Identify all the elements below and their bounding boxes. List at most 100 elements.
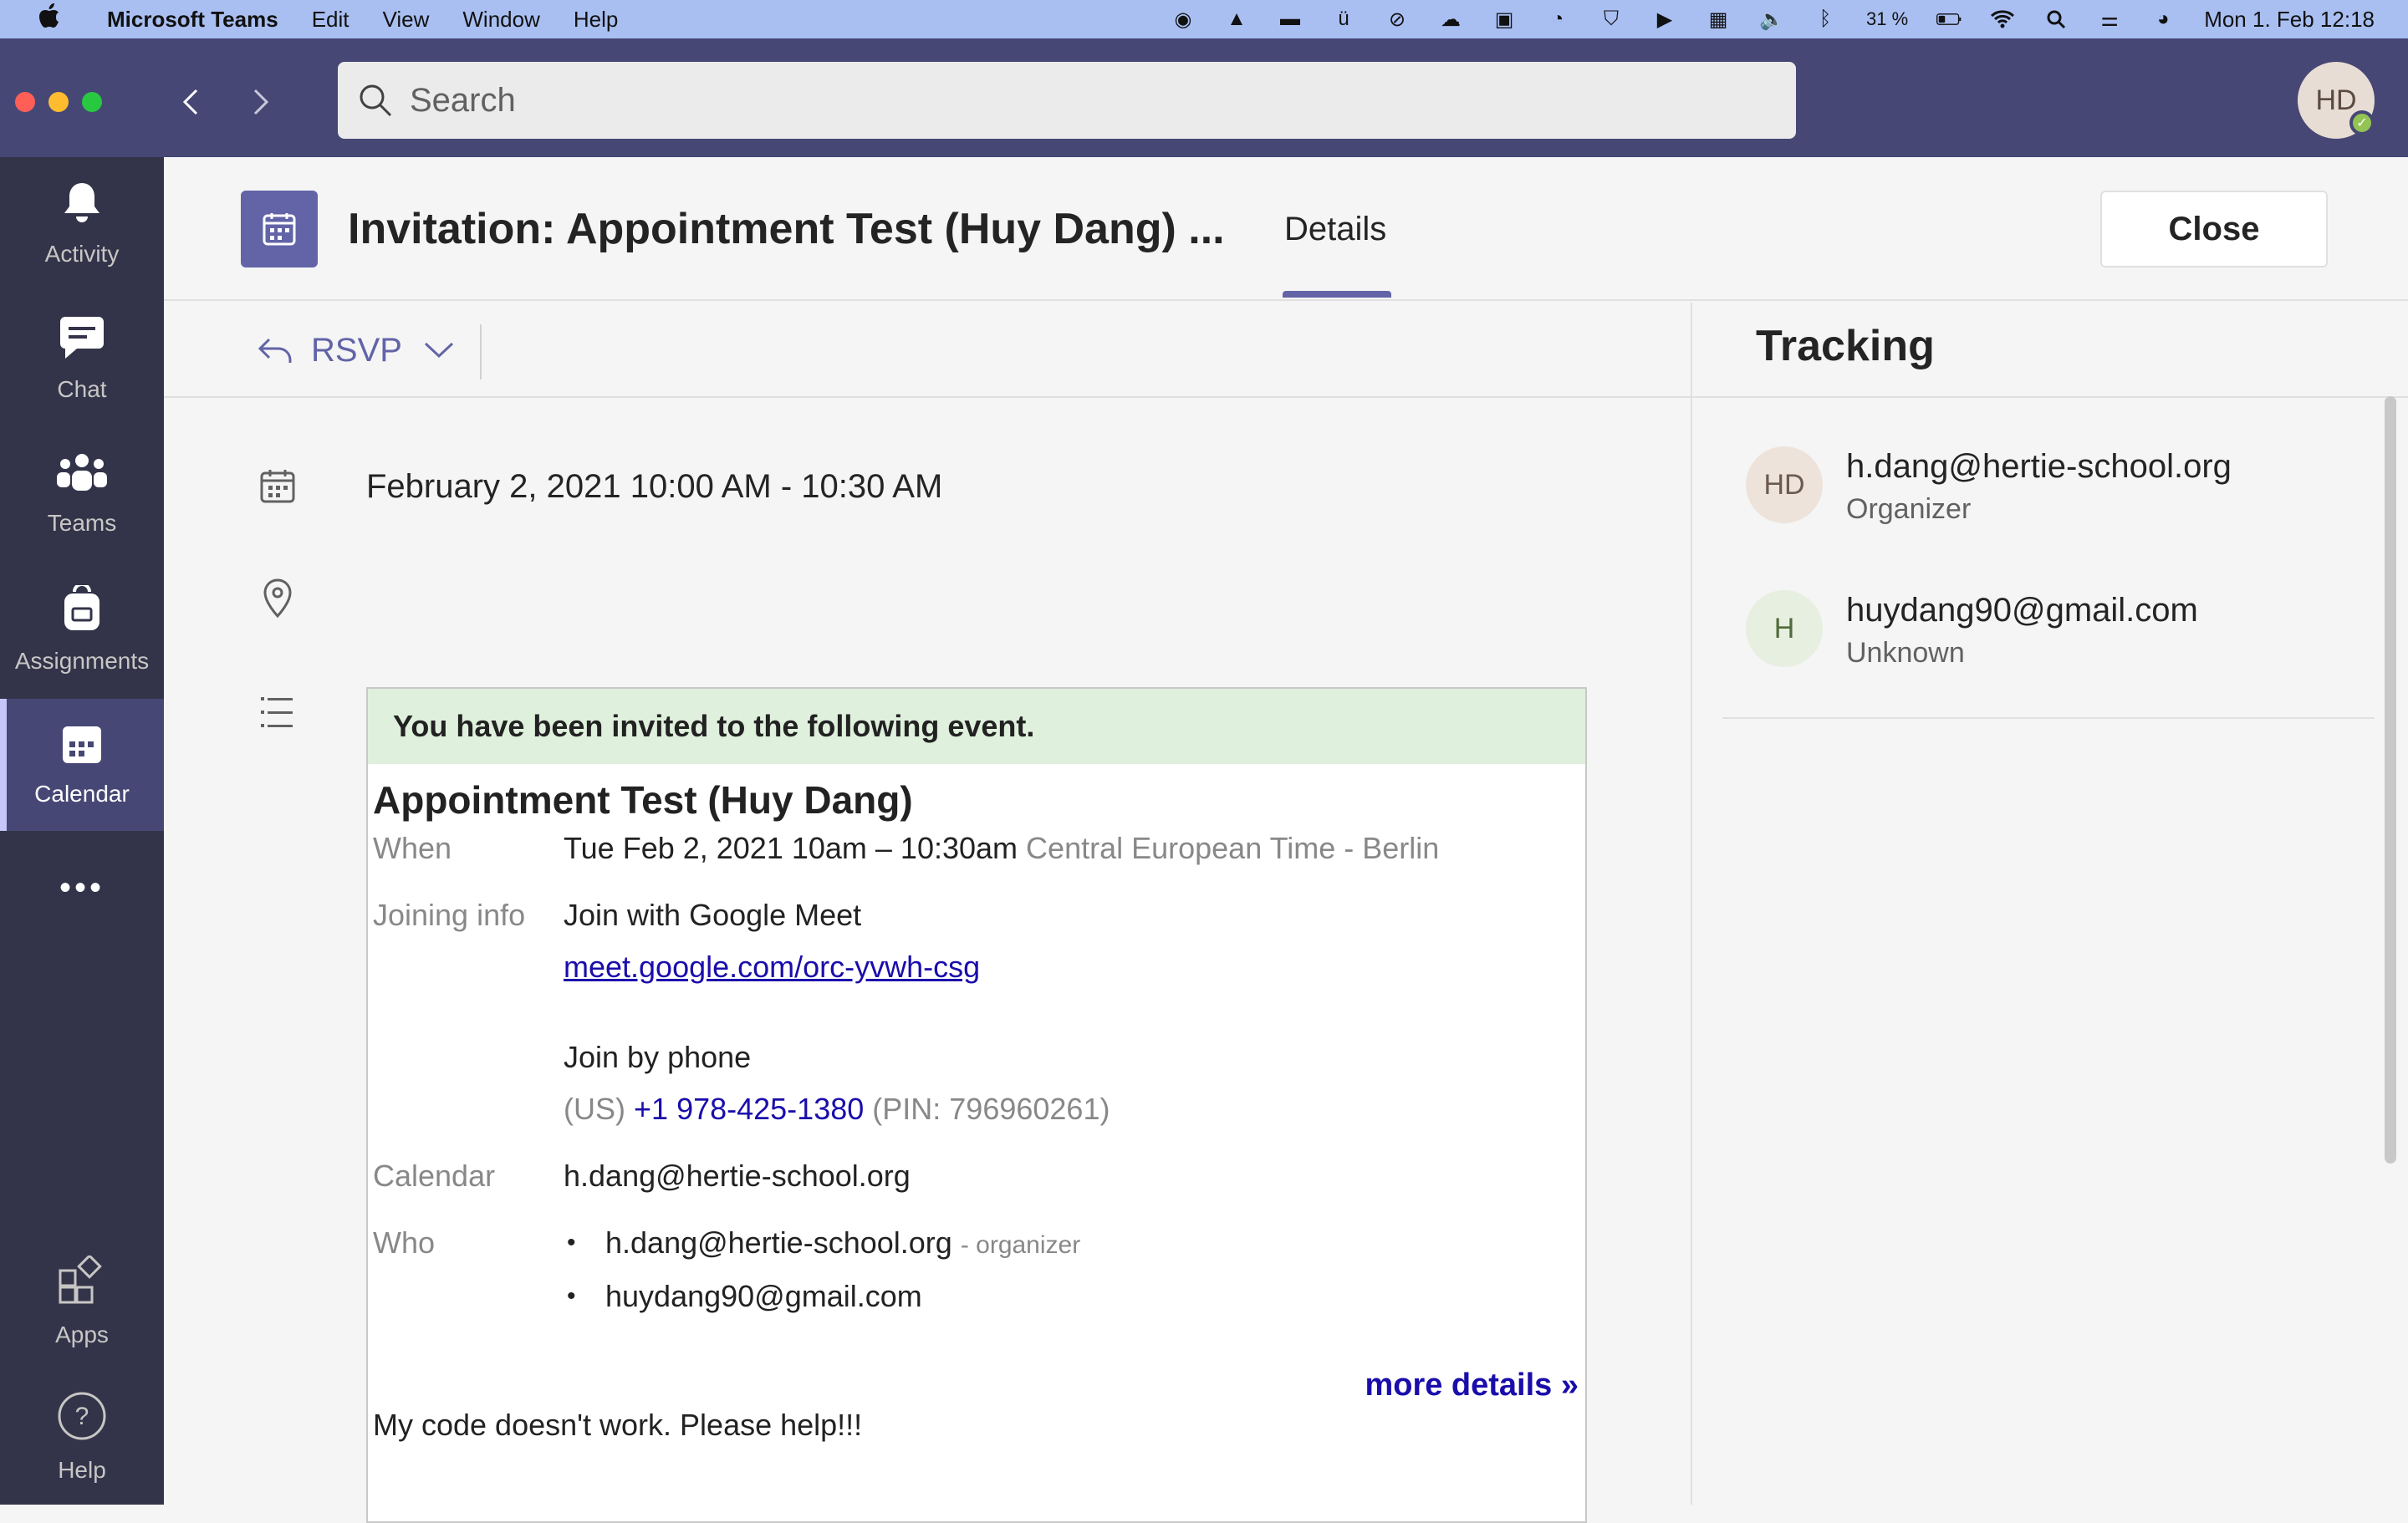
- attendee-avatar: H: [1746, 590, 1823, 667]
- event-header: Invitation: Appointment Test (Huy Dang) …: [164, 157, 2408, 301]
- rsvp-button[interactable]: RSVP: [258, 319, 454, 381]
- help-icon: ?: [57, 1391, 107, 1447]
- tracking-title: Tracking: [1756, 322, 1935, 370]
- location-icon: [258, 578, 298, 619]
- menubar-clock[interactable]: Mon 1. Feb 12:18: [2204, 7, 2375, 33]
- tracking-scrollbar[interactable]: [2385, 396, 2396, 1164]
- rail-assignments[interactable]: Assignments: [0, 563, 164, 695]
- more-details-link[interactable]: more details »: [1365, 1368, 1579, 1403]
- attendee-email: h.dang@hertie-school.org: [1846, 448, 2232, 485]
- control-center-icon[interactable]: ⚌: [2097, 7, 2122, 32]
- rail-label: Teams: [47, 509, 117, 536]
- calendar-icon: [258, 466, 298, 507]
- menu-app-name[interactable]: Microsoft Teams: [107, 7, 278, 33]
- status-app-icon[interactable]: ◉: [1171, 7, 1196, 32]
- rail-more[interactable]: •••: [0, 834, 164, 941]
- page-title: Invitation: Appointment Test (Huy Dang) …: [348, 205, 1225, 253]
- mac-menubar: Microsoft Teams Edit View Window Help ◉ …: [0, 0, 2408, 38]
- window-minimize-button[interactable]: [48, 92, 69, 112]
- attendee-row[interactable]: HD h.dang@hertie-school.org Organizer: [1746, 446, 2368, 563]
- rail-activity[interactable]: Activity: [0, 157, 164, 289]
- tracking-divider: [1692, 396, 2408, 398]
- battery-icon[interactable]: [1936, 7, 1962, 32]
- vlc-cone-icon[interactable]: ▲: [1224, 7, 1249, 32]
- when-value: Tue Feb 2, 2021 10am – 10:30am Central E…: [564, 831, 1439, 866]
- user-initials: HD: [2315, 84, 2357, 116]
- rail-label: Activity: [44, 240, 120, 267]
- phone-number-link[interactable]: +1 978-425-1380: [634, 1092, 864, 1126]
- attendee-role: Organizer: [1846, 493, 1972, 525]
- rail-label: Assignments: [14, 647, 150, 674]
- search-input[interactable]: Search: [338, 62, 1796, 139]
- toolbar-divider: [480, 324, 482, 379]
- calendar-icon: [61, 723, 103, 771]
- gauge-icon[interactable]: ◔: [1545, 7, 1570, 32]
- wifi-icon[interactable]: [1990, 7, 2015, 32]
- menu-help[interactable]: Help: [574, 7, 618, 33]
- window-close-button[interactable]: [15, 92, 35, 112]
- svg-text:?: ?: [75, 1403, 89, 1430]
- flag-icon[interactable]: ▦: [1706, 7, 1731, 32]
- who-email: h.dang@hertie-school.org: [605, 1225, 952, 1260]
- shield-icon[interactable]: ⛉: [1599, 7, 1624, 32]
- cloud-icon[interactable]: ☁: [1438, 7, 1463, 32]
- joining-label: Joining info: [373, 898, 526, 932]
- clapper-icon[interactable]: ▬: [1278, 7, 1303, 32]
- calendar-label: Calendar: [373, 1159, 496, 1193]
- status-circle-icon[interactable]: ⊘: [1385, 7, 1410, 32]
- phone-line: (US) +1 978-425-1380 (PIN: 796960261): [564, 1092, 1110, 1127]
- rail-chat[interactable]: Chat: [0, 293, 164, 425]
- who-note: - organizer: [960, 1231, 1081, 1259]
- status-box-icon[interactable]: ▣: [1492, 7, 1517, 32]
- description-list-icon: [258, 692, 298, 732]
- rail-label: Help: [58, 1456, 106, 1483]
- app-rail: Activity Chat Teams Assignments Calendar…: [0, 157, 164, 1505]
- phone-pin: (PIN: 796960261): [872, 1092, 1110, 1126]
- rail-teams[interactable]: Teams: [0, 428, 164, 560]
- close-button[interactable]: Close: [2100, 191, 2328, 267]
- spotlight-icon[interactable]: [2043, 7, 2069, 32]
- apple-logo-icon[interactable]: [37, 3, 62, 35]
- more-icon: •••: [59, 868, 105, 906]
- status-u-icon[interactable]: ü: [1331, 7, 1356, 32]
- battery-percent: 31 %: [1866, 8, 1909, 29]
- calendar-value: h.dang@hertie-school.org: [564, 1159, 911, 1193]
- volume-icon[interactable]: 🔈: [1759, 7, 1784, 32]
- join-phone-text: Join by phone: [564, 1040, 752, 1074]
- rail-calendar[interactable]: Calendar: [0, 699, 164, 831]
- rsvp-label: RSVP: [311, 331, 402, 369]
- bullet-icon: •: [567, 1229, 576, 1256]
- menu-window[interactable]: Window: [462, 7, 539, 33]
- attendee-email: huydang90@gmail.com: [1846, 592, 2198, 629]
- teams-icon: [57, 452, 107, 500]
- pane-divider: [1691, 303, 1692, 1505]
- bluetooth-icon[interactable]: ᛒ: [1813, 7, 1838, 32]
- who-item: huydang90@gmail.com: [605, 1279, 922, 1314]
- back-button[interactable]: [171, 77, 212, 127]
- bell-icon: [61, 180, 103, 231]
- menu-view[interactable]: View: [383, 7, 430, 33]
- play-icon[interactable]: ▶: [1652, 7, 1677, 32]
- window-zoom-button[interactable]: [82, 92, 102, 112]
- meet-link[interactable]: meet.google.com/orc-yvwh-csg: [564, 950, 980, 985]
- event-title: Appointment Test (Huy Dang): [373, 778, 913, 822]
- attendee-avatar: HD: [1746, 446, 1823, 523]
- invitation-card: You have been invited to the following e…: [366, 687, 1587, 1523]
- tab-details[interactable]: Details: [1284, 211, 1386, 248]
- siri-icon[interactable]: ◕: [2150, 7, 2176, 32]
- event-description: My code doesn't work. Please help!!!: [373, 1408, 863, 1442]
- attendee-separator: [1722, 717, 2375, 719]
- attendee-role: Unknown: [1846, 637, 1965, 669]
- event-datetime: February 2, 2021 10:00 AM - 10:30 AM: [366, 468, 943, 505]
- who-item: h.dang@hertie-school.org - organizer: [605, 1225, 1080, 1261]
- presence-available-icon: ✓: [2349, 110, 2375, 135]
- forward-button[interactable]: [239, 77, 281, 127]
- rail-apps[interactable]: Apps: [0, 1235, 164, 1368]
- attendee-row[interactable]: H huydang90@gmail.com Unknown: [1746, 590, 2368, 707]
- menu-edit[interactable]: Edit: [312, 7, 349, 33]
- when-label: When: [373, 831, 452, 865]
- rail-help[interactable]: ? Help: [0, 1371, 164, 1503]
- phone-country: (US): [564, 1092, 625, 1126]
- rail-label: Apps: [55, 1321, 109, 1347]
- who-label: Who: [373, 1225, 436, 1260]
